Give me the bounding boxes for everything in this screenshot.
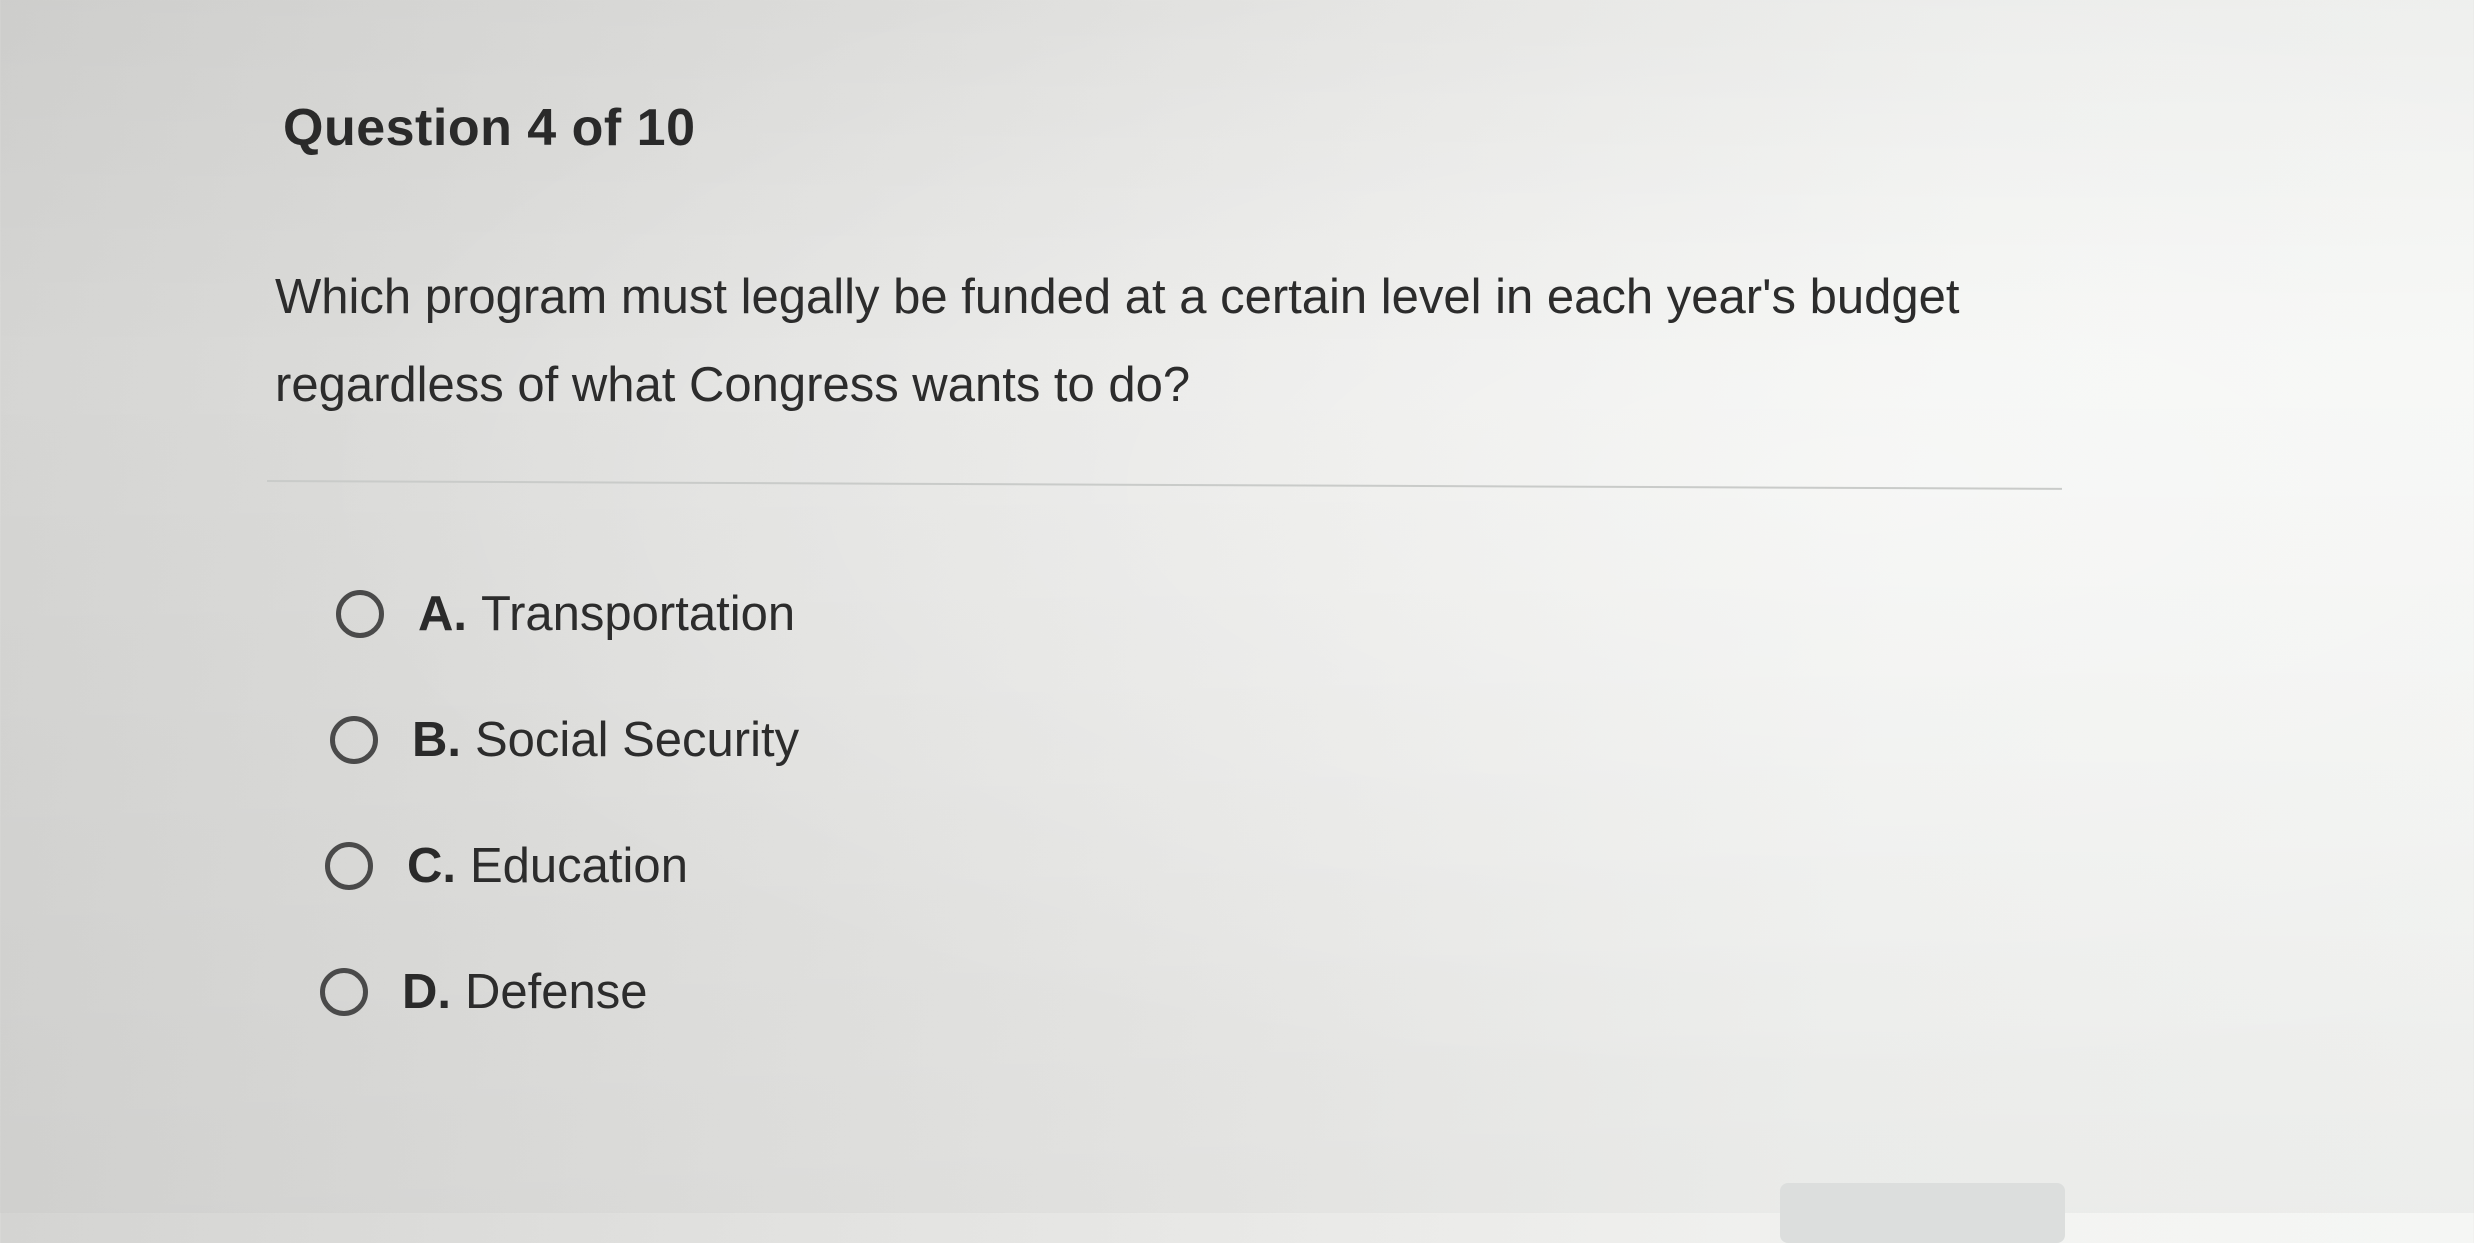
question-text: Which program must legally be funded at … [275,270,1960,412]
option-label: Defense [465,965,648,1019]
option-letter: D. [402,965,451,1019]
question-counter: Question 4 of 10 [283,99,696,157]
radio-unselected-icon[interactable] [330,716,378,764]
option-c[interactable]: C. Education [325,838,688,894]
submit-button[interactable] [1780,1183,2065,1243]
option-label: Education [470,839,688,893]
radio-unselected-icon[interactable] [336,590,384,638]
option-label: Social Security [475,713,800,767]
option-d[interactable]: D. Defense [320,964,648,1020]
option-label: Transportation [481,587,796,641]
divider [266,480,2062,490]
option-letter: A. [418,587,467,641]
option-letter: B. [412,713,461,767]
option-letter: C. [407,839,456,893]
option-a[interactable]: A. Transportation [336,586,795,642]
radio-unselected-icon[interactable] [320,968,368,1016]
radio-unselected-icon[interactable] [325,842,373,890]
option-b[interactable]: B. Social Security [330,712,799,768]
